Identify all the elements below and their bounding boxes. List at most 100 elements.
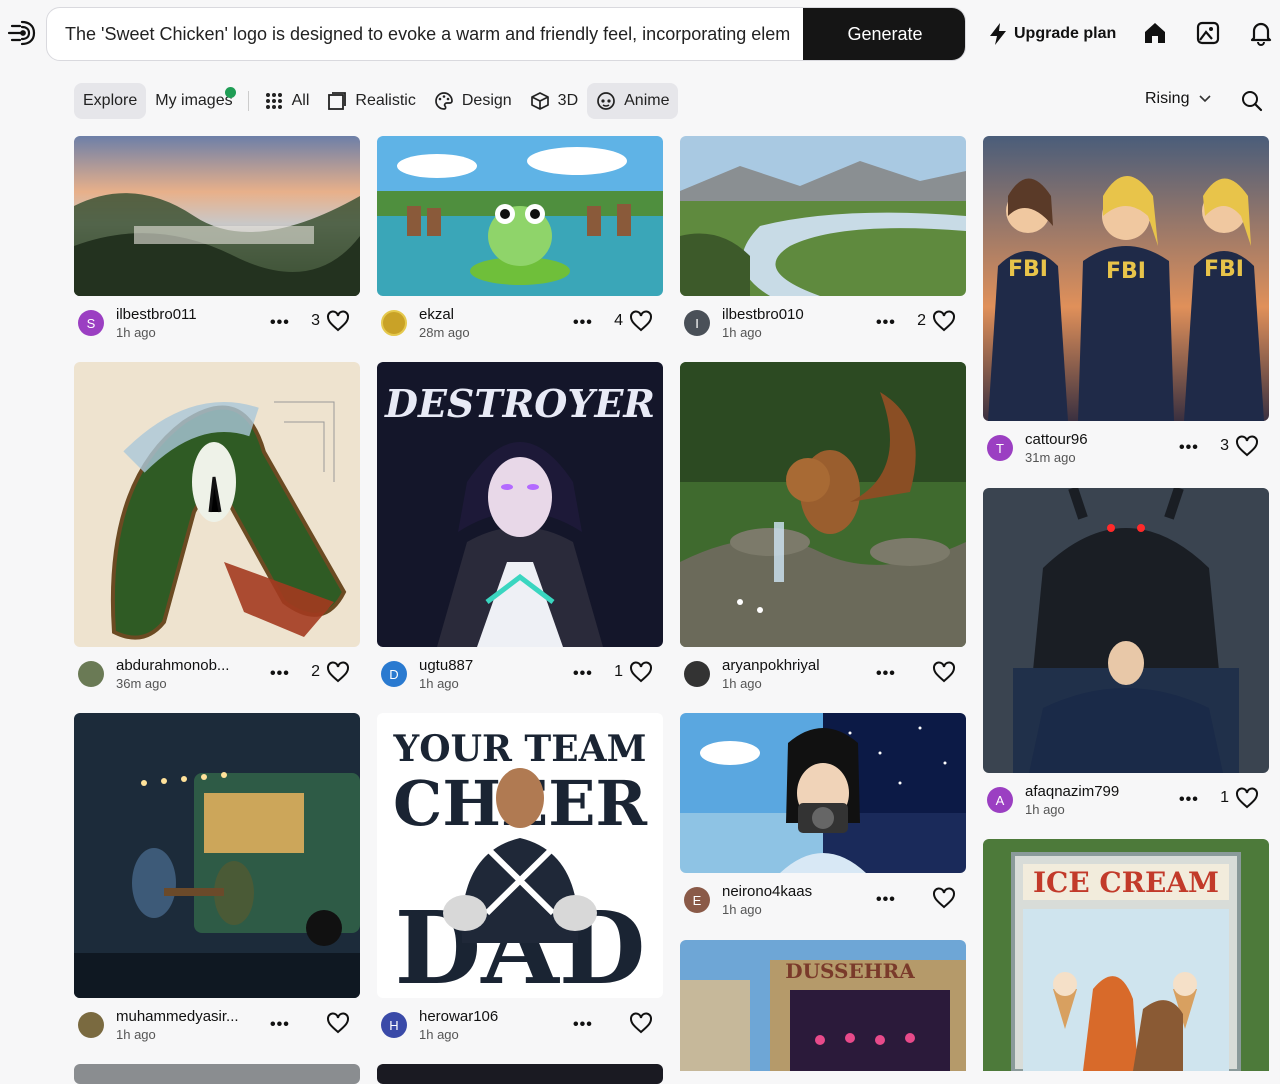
gallery-icon[interactable]: [1195, 20, 1221, 46]
avatar[interactable]: T: [987, 435, 1013, 461]
upgrade-plan-button[interactable]: Upgrade plan: [988, 20, 1116, 48]
fbi-text: FBI: [1008, 257, 1048, 282]
more-options-icon[interactable]: •••: [270, 1016, 290, 1034]
avatar[interactable]: A: [987, 787, 1013, 813]
card-image[interactable]: [983, 488, 1269, 773]
avatar[interactable]: I: [684, 310, 710, 336]
username[interactable]: neirono4kaas: [722, 883, 812, 900]
like-button[interactable]: [623, 1012, 653, 1034]
card-image[interactable]: ICE CREAM: [983, 839, 1269, 1071]
card-meta: muhammedyasir... 1h ago •••: [74, 1004, 360, 1044]
bell-icon[interactable]: [1248, 20, 1274, 46]
like-button[interactable]: 1: [1220, 787, 1259, 809]
username[interactable]: ugtu887: [419, 657, 473, 674]
more-options-icon[interactable]: •••: [1179, 439, 1199, 457]
filter-design[interactable]: Design: [425, 83, 521, 119]
more-options-icon[interactable]: •••: [876, 314, 896, 332]
more-options-icon[interactable]: •••: [573, 665, 593, 683]
like-button[interactable]: [320, 1012, 350, 1034]
card-meta: aryanpokhriyal 1h ago •••: [680, 653, 966, 693]
like-button[interactable]: 3: [311, 310, 350, 332]
home-icon[interactable]: [1142, 20, 1168, 46]
timestamp: 1h ago: [722, 676, 762, 691]
card-meta: abdurahmonob... 36m ago ••• 2: [74, 653, 360, 693]
card-image[interactable]: [377, 1064, 663, 1084]
like-button[interactable]: 4: [614, 310, 653, 332]
card-image[interactable]: [680, 362, 966, 647]
like-button[interactable]: 3: [1220, 435, 1259, 457]
more-options-icon[interactable]: •••: [270, 665, 290, 683]
timestamp: 31m ago: [1025, 450, 1076, 465]
search-icon[interactable]: [1240, 89, 1264, 113]
card-image[interactable]: FBI FBI FBI: [983, 136, 1269, 421]
filter-realistic[interactable]: Realistic: [318, 83, 424, 119]
username[interactable]: aryanpokhriyal: [722, 657, 820, 674]
card-meta: T cattour96 31m ago ••• 3: [983, 427, 1269, 467]
fbi-text: FBI: [1204, 257, 1244, 282]
filter-3d[interactable]: 3D: [521, 83, 587, 119]
username[interactable]: ilbestbro011: [116, 306, 197, 323]
card-image[interactable]: [377, 136, 663, 296]
like-button[interactable]: 2: [311, 661, 350, 683]
avatar[interactable]: [78, 661, 104, 687]
grid-icon: [265, 93, 282, 109]
avatar[interactable]: E: [684, 887, 710, 913]
heart-icon: [933, 887, 955, 909]
more-options-icon[interactable]: •••: [573, 1016, 593, 1034]
card-image[interactable]: [74, 713, 360, 998]
username[interactable]: abdurahmonob...: [116, 657, 229, 674]
username[interactable]: afaqnazim799: [1025, 783, 1119, 800]
tab-explore[interactable]: Explore: [74, 83, 147, 119]
card-image[interactable]: [74, 1064, 360, 1084]
avatar[interactable]: S: [78, 310, 104, 336]
more-options-icon[interactable]: •••: [270, 314, 290, 332]
dussehra-text: DUSSEHRA: [785, 959, 915, 983]
username[interactable]: ilbestbro010: [722, 306, 804, 323]
tab-my-images[interactable]: My images: [146, 83, 241, 119]
card-image[interactable]: DUSSEHRA: [680, 940, 966, 1071]
card-image[interactable]: [74, 136, 360, 296]
like-button[interactable]: 2: [917, 310, 956, 332]
avatar[interactable]: [381, 310, 407, 336]
avatar[interactable]: D: [381, 661, 407, 687]
filter-anime[interactable]: Anime: [587, 83, 679, 119]
filter-all[interactable]: All: [255, 83, 319, 119]
card-meta: H herowar106 1h ago •••: [377, 1004, 663, 1044]
avatar[interactable]: [78, 1012, 104, 1038]
card-image[interactable]: [680, 136, 966, 296]
cube-icon: [530, 92, 549, 110]
username[interactable]: ekzal: [419, 306, 454, 323]
divider: [247, 91, 249, 111]
top-bar: Generate Upgrade plan: [0, 0, 1280, 68]
sort-dropdown[interactable]: Rising: [1145, 90, 1212, 108]
card-image[interactable]: [74, 362, 360, 647]
fbi-text: FBI: [1106, 259, 1146, 284]
username[interactable]: cattour96: [1025, 431, 1088, 448]
avatar[interactable]: H: [381, 1012, 407, 1038]
filter-3d-label: 3D: [557, 92, 579, 109]
like-button[interactable]: [926, 887, 956, 909]
card-meta: D ugtu887 1h ago ••• 1: [377, 653, 663, 693]
card-image[interactable]: [680, 713, 966, 873]
generate-button[interactable]: Generate: [803, 8, 965, 60]
more-options-icon[interactable]: •••: [876, 665, 896, 683]
prompt-input[interactable]: [47, 8, 803, 60]
avatar[interactable]: [684, 661, 710, 687]
logo-icon[interactable]: [6, 16, 40, 50]
more-options-icon[interactable]: •••: [876, 891, 896, 909]
username[interactable]: herowar106: [419, 1008, 498, 1025]
card-image[interactable]: DESTROYER: [377, 362, 663, 647]
more-options-icon[interactable]: •••: [1179, 791, 1199, 809]
card-image[interactable]: YOUR TEAM CHEER DAD: [377, 713, 663, 998]
like-button[interactable]: 1: [614, 661, 653, 683]
like-button[interactable]: [926, 661, 956, 683]
like-count: 2: [311, 663, 320, 680]
tab-explore-label: Explore: [83, 92, 138, 109]
verified-badge-icon: [225, 87, 237, 98]
more-options-icon[interactable]: •••: [573, 314, 593, 332]
heart-icon: [327, 1012, 349, 1034]
heart-icon: [1236, 435, 1258, 457]
like-count: 2: [917, 312, 926, 329]
username[interactable]: muhammedyasir...: [116, 1008, 239, 1025]
heart-icon: [327, 310, 349, 332]
